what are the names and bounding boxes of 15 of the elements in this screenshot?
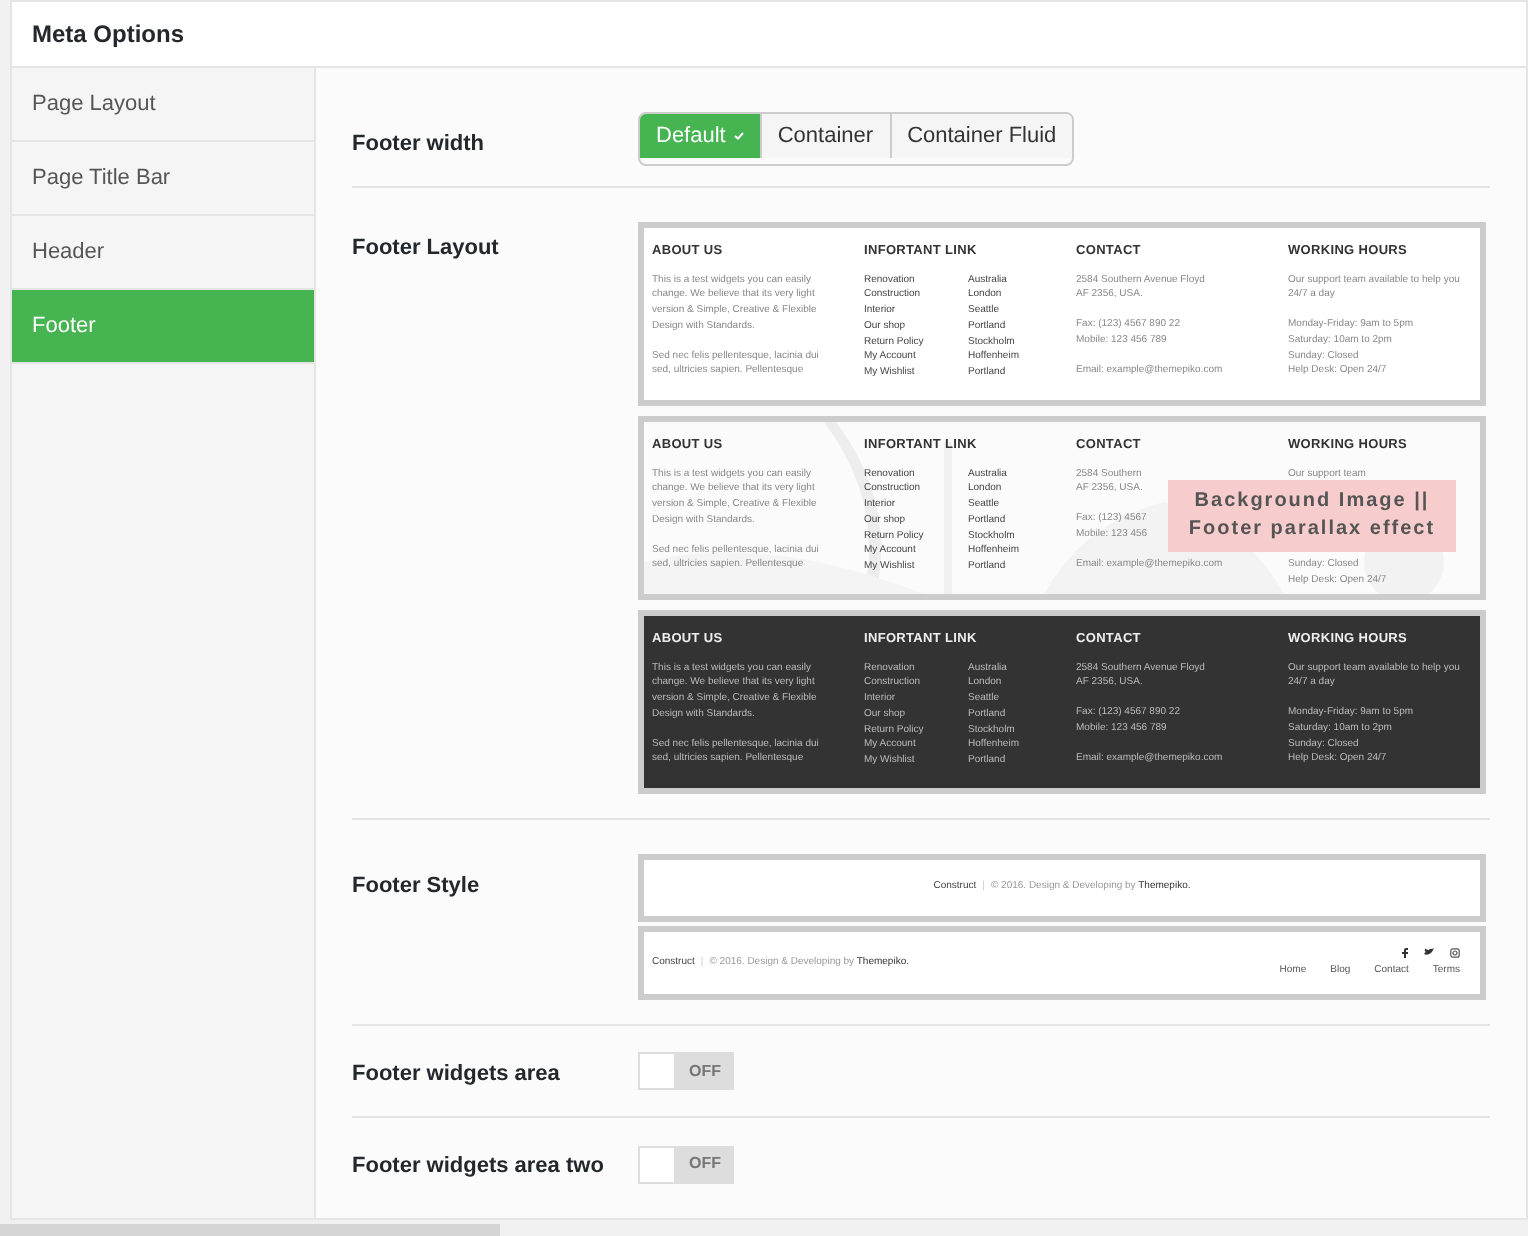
field-label: Footer width <box>352 132 484 156</box>
field-label: Footer Layout <box>352 236 499 260</box>
footer-layout-option[interactable] <box>638 610 1486 794</box>
width-option[interactable]: Container Fluid <box>889 114 1073 158</box>
field-label: Footer widgets area <box>352 1061 560 1085</box>
parallax-label: Background Image || Footer parallax effect <box>1168 480 1456 552</box>
panel-title: Meta Options <box>32 18 185 52</box>
facebook-icon <box>1402 947 1408 958</box>
field-label: Footer widgets area two <box>352 1154 604 1178</box>
width-option[interactable]: Container <box>759 114 890 158</box>
field-label: Footer Style <box>352 874 480 898</box>
twitter-icon <box>1424 948 1434 957</box>
instagram-icon <box>1450 947 1460 958</box>
check-icon <box>733 132 744 140</box>
scrollbar[interactable] <box>0 1224 500 1236</box>
